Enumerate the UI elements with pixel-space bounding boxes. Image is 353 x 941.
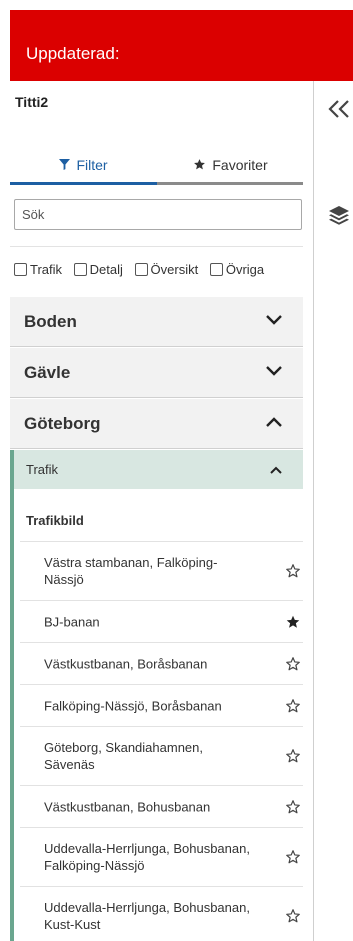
list-item-label: Västkustbanan, Bohusbanan	[44, 799, 211, 814]
checkbox-box[interactable]	[209, 263, 223, 276]
group-label: Gävle	[24, 363, 71, 382]
list-item[interactable]: Västkustbanan, Bohusbanan	[20, 785, 303, 827]
checkbox-ovriga[interactable]: Övriga	[209, 262, 265, 277]
list-item-label: Falköping-Nässjö, Boråsbanan	[44, 698, 222, 713]
group-label: Boden	[24, 312, 77, 331]
subgroup-label: Trafik	[26, 462, 59, 477]
star-icon[interactable]	[285, 849, 301, 865]
checkbox-label: Översikt	[150, 262, 199, 277]
checkbox-label: Trafik	[30, 262, 63, 277]
chevron-down-icon	[265, 313, 283, 331]
list-item[interactable]: Uddevalla-Herrljunga, Bohusbanan, Falköp…	[20, 827, 303, 886]
list-item-label: Västkustbanan, Boråsbanan	[44, 656, 208, 671]
side-panel: Titti2 Filter Favoriter Trafik Detalj Öv…	[10, 81, 314, 941]
layer-type-filters: Trafik Detalj Översikt Övriga	[14, 262, 272, 282]
checkbox-box[interactable]	[134, 263, 148, 276]
tab-active-indicator	[10, 182, 157, 185]
double-chevron-left-icon	[328, 100, 349, 118]
tab-filter-label: Filter	[76, 156, 108, 173]
checkbox-box[interactable]	[73, 263, 87, 276]
group-goteborg[interactable]: Göteborg	[10, 399, 303, 449]
star-icon[interactable]	[285, 748, 301, 764]
star-icon	[193, 158, 206, 171]
app-header: Uppdaterad:	[10, 10, 353, 81]
layers-icon	[329, 206, 349, 225]
checkbox-oversikt[interactable]: Översikt	[134, 262, 199, 277]
list-item-label: Uddevalla-Herrljunga, Bohusbanan, Falköp…	[44, 841, 250, 873]
list-item-label: Västra stambanan, Falköping-Nässjö	[44, 555, 218, 587]
list-item-label: Göteborg, Skandiahamnen, Sävenäs	[44, 740, 203, 772]
panel-title: Titti2	[15, 94, 49, 110]
star-icon[interactable]	[285, 656, 301, 672]
collapse-panel-button[interactable]	[326, 96, 352, 122]
list-item[interactable]: Uddevalla-Herrljunga, Bohusbanan, Kust-K…	[20, 886, 303, 941]
chevron-down-icon	[265, 364, 283, 382]
view-rows: Västra stambanan, Falköping-Nässjö BJ-ban…	[20, 541, 303, 941]
list-item[interactable]: Västra stambanan, Falköping-Nässjö	[20, 541, 303, 600]
group-boden[interactable]: Boden	[10, 297, 303, 347]
tab-bar: Filter Favoriter	[10, 147, 303, 185]
filter-icon	[59, 159, 71, 170]
checkbox-label: Övriga	[225, 262, 265, 277]
checkbox-box[interactable]	[14, 263, 27, 276]
checkbox-label: Detalj	[89, 262, 123, 277]
chevron-up-icon	[265, 415, 283, 433]
list-item[interactable]: Göteborg, Skandiahamnen, Sävenäs	[20, 726, 303, 785]
subgroup-trafik[interactable]: Trafik	[10, 450, 303, 489]
group-gavle[interactable]: Gävle	[10, 348, 303, 398]
list-item[interactable]: BJ-banan	[20, 600, 303, 642]
list-item[interactable]: Västkustbanan, Boråsbanan	[20, 642, 303, 684]
star-icon[interactable]	[285, 563, 301, 579]
tab-favorites[interactable]: Favoriter	[157, 147, 304, 182]
tab-filter[interactable]: Filter	[10, 147, 157, 182]
list-item[interactable]: Falköping-Nässjö, Boråsbanan	[20, 684, 303, 726]
list-header: Trafikbild	[26, 513, 84, 528]
star-filled-icon[interactable]	[285, 614, 301, 630]
list-item-label: Uddevalla-Herrljunga, Bohusbanan, Kust-K…	[44, 900, 250, 932]
star-icon[interactable]	[285, 698, 301, 714]
layers-button[interactable]	[327, 203, 351, 227]
updated-label: Uppdaterad:	[26, 44, 120, 63]
chevron-up-icon	[269, 462, 283, 480]
star-icon[interactable]	[285, 908, 301, 924]
search-input[interactable]	[14, 199, 302, 230]
list-item-label: BJ-banan	[44, 614, 100, 629]
divider	[10, 246, 303, 247]
group-label: Göteborg	[24, 414, 101, 433]
checkbox-detalj[interactable]: Detalj	[73, 262, 123, 277]
view-list: Trafikbild Västra stambanan, Falköping-N…	[10, 489, 303, 941]
tab-favorites-label: Favoriter	[212, 156, 268, 173]
star-icon[interactable]	[285, 799, 301, 815]
checkbox-trafik[interactable]: Trafik	[14, 262, 62, 277]
